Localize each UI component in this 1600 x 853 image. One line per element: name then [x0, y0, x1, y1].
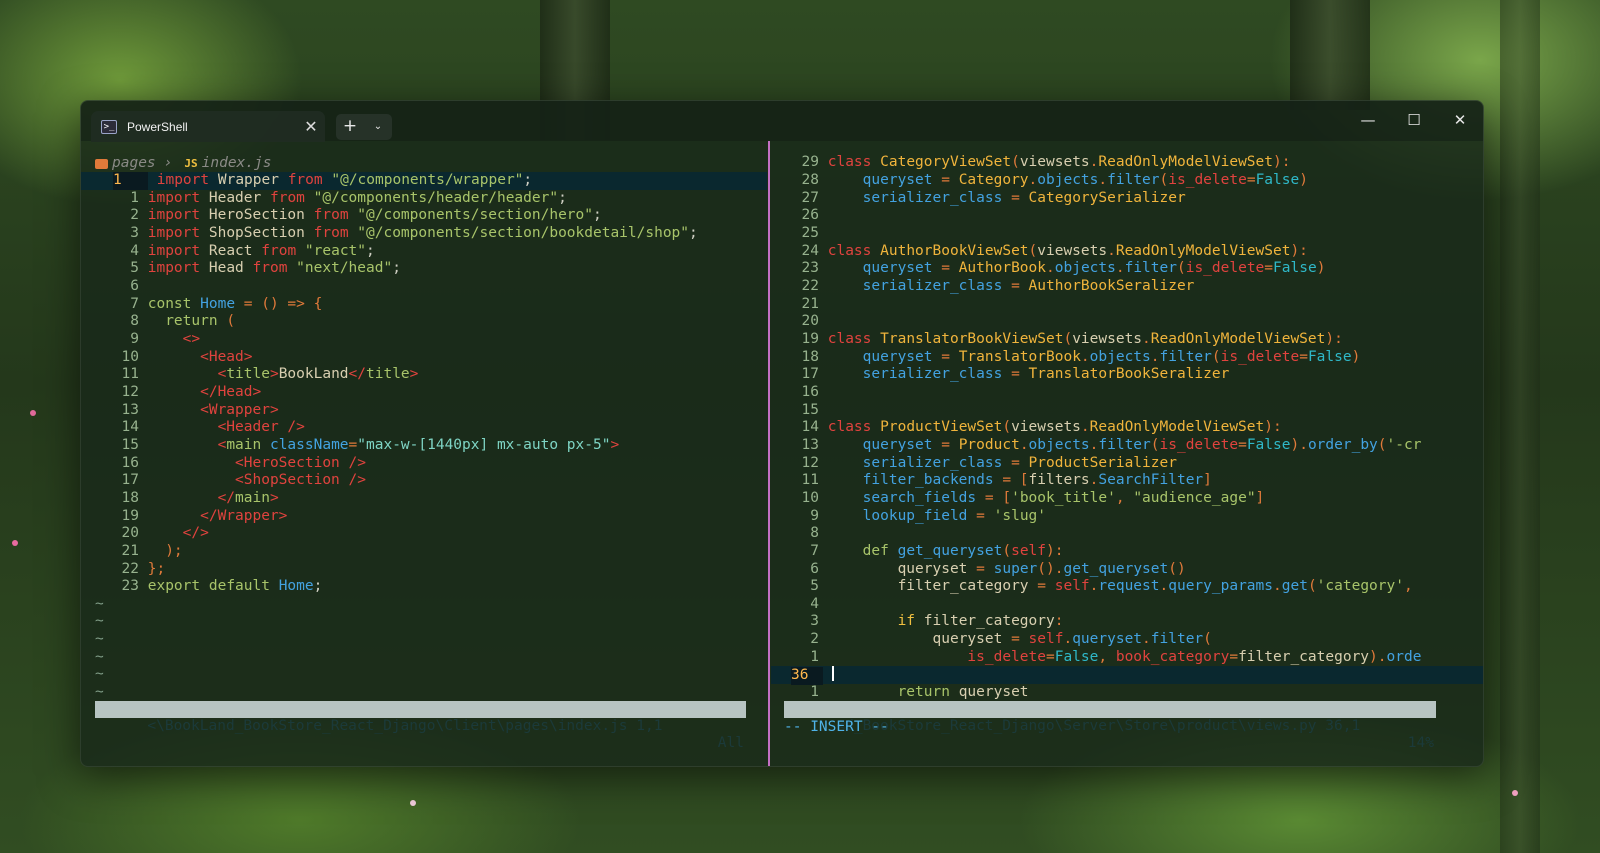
breadcrumb-folder[interactable]: pages	[112, 155, 156, 173]
code-line: 12 </Head>	[121, 384, 262, 400]
code-line: 18 </main>	[121, 490, 279, 506]
code-line: 22 };	[121, 561, 166, 577]
code-line: 3 if filter_category:	[810, 613, 1064, 629]
javascript-file-icon: JS	[184, 157, 198, 170]
code-line: 16	[801, 384, 819, 400]
breadcrumb-file[interactable]: index.js	[202, 155, 272, 173]
code-line: 1 import Header from "@/components/heade…	[130, 190, 567, 206]
background-flower	[410, 800, 416, 806]
code-line: 17 serializer_class = TranslatorBookSera…	[801, 366, 1230, 382]
window-controls: — ☐ ✕	[1345, 101, 1483, 141]
code-line: 12 serializer_class = ProductSerializer	[801, 455, 1177, 471]
right-status-bar: <d_BookStore_React_Django\Server\Store\p…	[784, 701, 1436, 751]
code-line: 20	[801, 313, 819, 329]
empty-line-marker: ~	[95, 684, 104, 700]
code-line: 4	[810, 596, 819, 612]
empty-line-marker: ~	[95, 666, 104, 682]
code-line: 5 filter_category = self.request.query_p…	[810, 578, 1413, 594]
left-editor-pane[interactable]: pages › JS index.js 1 import Wrapper fro…	[81, 141, 767, 766]
background-flower	[30, 410, 36, 416]
background-flower	[1512, 790, 1518, 796]
code-line: 17 <ShopSection />	[121, 472, 366, 488]
code-line: 15	[801, 402, 819, 418]
code-line: 16 <HeroSection />	[121, 455, 366, 471]
code-line: 19 class TranslatorBookViewSet(viewsets.…	[801, 331, 1343, 347]
code-line: 29 class CategoryViewSet(viewsets.ReadOn…	[801, 154, 1291, 170]
code-line-current: 36	[771, 666, 1483, 685]
terminal-window: >_ PowerShell ✕ + ⌄ — ☐ ✕ pages › JS ind…	[80, 100, 1484, 767]
code-line: 23 export default Home;	[121, 578, 323, 594]
background-tree-trunk	[1290, 0, 1370, 110]
right-editor-pane[interactable]: 29 class CategoryViewSet(viewsets.ReadOn…	[771, 141, 1483, 766]
close-window-button[interactable]: ✕	[1437, 101, 1483, 141]
left-status-bar: <\BookLand_BookStore_React_Django\Client…	[95, 701, 746, 751]
code-line: 24 class AuthorBookViewSet(viewsets.Read…	[801, 243, 1308, 259]
empty-line-marker: ~	[95, 613, 104, 629]
tab-powershell[interactable]: >_ PowerShell ✕	[91, 111, 325, 142]
code-line: 4 import React from "react";	[130, 243, 375, 259]
code-line: 5 import Head from "next/head";	[130, 260, 401, 276]
code-line: 23 queryset = AuthorBook.objects.filter(…	[801, 260, 1326, 276]
new-tab-button[interactable]: +	[336, 114, 364, 140]
code-line: 25	[801, 225, 819, 241]
tab-dropdown-button[interactable]: ⌄	[364, 114, 392, 140]
maximize-button[interactable]: ☐	[1391, 101, 1437, 141]
code-line: 28 queryset = Category.objects.filter(is…	[801, 172, 1308, 188]
code-line: 10 <Head>	[121, 349, 253, 365]
chevron-right-icon: ›	[163, 155, 173, 171]
code-line: 19 </Wrapper>	[121, 508, 288, 524]
empty-line-marker: ~	[95, 649, 104, 665]
code-line: 11 filter_backends = [filters.SearchFilt…	[801, 472, 1212, 488]
code-line: 1 import Wrapper from "@/components/wrap…	[81, 172, 767, 190]
code-line: 10 search_fields = ['book_title', "audie…	[801, 490, 1265, 506]
background-flower	[12, 540, 18, 546]
code-line: 20 </>	[121, 525, 209, 541]
left-status-position: All	[717, 735, 744, 751]
code-line: 14 <Header />	[121, 419, 305, 435]
pane-divider[interactable]	[768, 141, 770, 766]
left-status-path: <\BookLand_BookStore_React_Django\Client…	[147, 718, 663, 734]
mode-indicator: -- INSERT --	[784, 719, 889, 735]
code-line: 11 <title>BookLand</title>	[121, 366, 419, 382]
background-tree-trunk	[1500, 0, 1540, 853]
folder-icon	[95, 158, 108, 169]
tab-title: PowerShell	[127, 119, 188, 134]
code-line: 8	[810, 525, 819, 541]
breadcrumb: pages › JS index.js	[95, 155, 271, 173]
code-line: 9 lookup_field = 'slug'	[810, 508, 1047, 524]
empty-line-marker: ~	[95, 631, 104, 647]
code-line: 22 serializer_class = AuthorBookSeralize…	[801, 278, 1195, 294]
code-line: 13 queryset = Product.objects.filter(is_…	[801, 437, 1422, 453]
close-tab-icon[interactable]: ✕	[297, 117, 325, 137]
code-line: 15 <main className="max-w-[1440px] mx-au…	[121, 437, 620, 453]
code-line: 6	[130, 278, 139, 294]
code-line: 2 import HeroSection from "@/components/…	[130, 207, 602, 223]
code-line: 1 return queryset	[810, 684, 1029, 700]
code-line: 9 <>	[130, 331, 201, 347]
code-line: 2 queryset = self.queryset.filter(	[810, 631, 1212, 647]
code-line: 27 serializer_class = CategorySerializer	[801, 190, 1186, 206]
code-line: 1 is_delete=False, book_category=filter_…	[810, 649, 1422, 665]
code-line: 7 def get_queryset(self):	[810, 543, 1064, 559]
code-line: 14 class ProductViewSet(viewsets.ReadOnl…	[801, 419, 1282, 435]
code-line: 26	[801, 207, 819, 223]
tab-actions: + ⌄	[336, 114, 392, 140]
title-bar[interactable]: >_ PowerShell ✕ + ⌄ — ☐ ✕	[81, 101, 1483, 142]
code-line: 13 <Wrapper>	[121, 402, 279, 418]
code-line: 3 import ShopSection from "@/components/…	[130, 225, 698, 241]
code-line: 6 queryset = super().get_queryset()	[810, 561, 1186, 577]
right-status-position: 14%	[1407, 735, 1434, 751]
code-line: 7 const Home = () => {	[130, 296, 323, 312]
minimize-button[interactable]: —	[1345, 101, 1391, 141]
empty-line-marker: ~	[95, 596, 104, 612]
code-line: 21 );	[121, 543, 183, 559]
code-line: 8 return (	[130, 313, 236, 329]
code-line: 21	[801, 296, 819, 312]
right-status-path: <d_BookStore_React_Django\Server\Store\p…	[836, 718, 1361, 734]
powershell-icon: >_	[101, 119, 117, 134]
text-cursor	[831, 666, 834, 681]
code-line: 18 queryset = TranslatorBook.objects.fil…	[801, 349, 1361, 365]
